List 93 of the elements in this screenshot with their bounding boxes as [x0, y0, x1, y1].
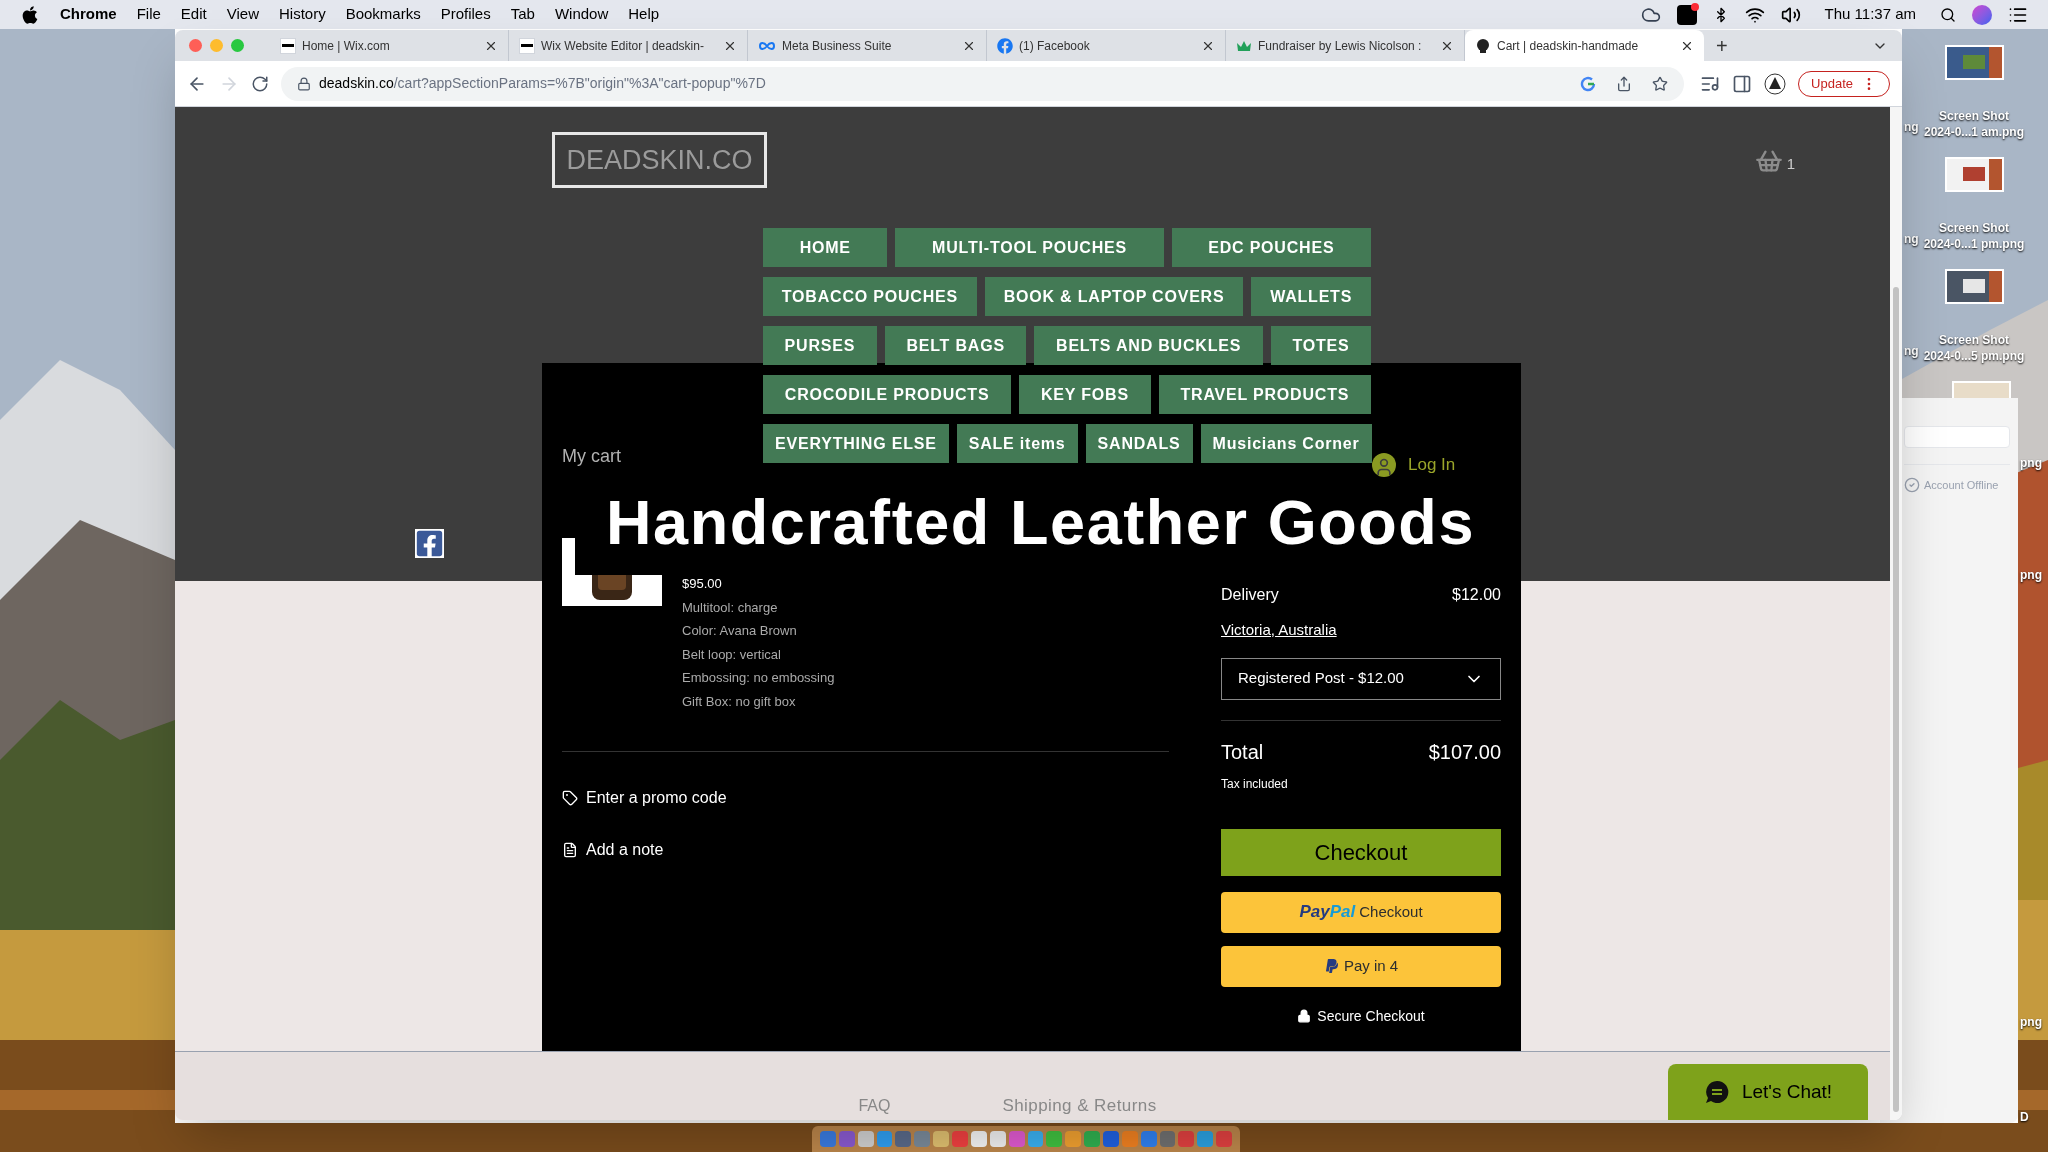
zoom-window-button[interactable] [231, 39, 244, 52]
total-amount: $107.00 [1428, 739, 1501, 765]
volume-icon[interactable] [1780, 4, 1801, 25]
menu-item[interactable]: Window [554, 3, 609, 26]
search-icon[interactable] [1940, 6, 1956, 23]
skull-logo-icon [1475, 37, 1491, 54]
google-logo-icon[interactable] [1580, 75, 1597, 92]
menu-item[interactable]: History [278, 3, 326, 26]
share-icon[interactable] [1616, 75, 1633, 92]
delivery-label: Delivery [1221, 585, 1279, 605]
dock-app-icon[interactable] [1159, 1131, 1176, 1147]
app-menu[interactable]: Chrome [60, 3, 117, 26]
cart-count: 1 [1786, 153, 1795, 174]
dock-app-icon[interactable] [1102, 1131, 1119, 1147]
dock-app-icon[interactable] [933, 1131, 950, 1147]
app-badge-icon[interactable] [1676, 4, 1697, 25]
nav-menu-item[interactable]: CROCODILE PRODUCTS [763, 375, 1012, 414]
nav-menu-item[interactable]: Musicians Corner [1200, 424, 1372, 463]
account-status: Account Offline [1924, 478, 1999, 493]
reload-icon[interactable] [251, 74, 269, 93]
item-option: Color: Avana Brown [682, 621, 835, 641]
paypal-icon [1323, 958, 1340, 974]
site-logo[interactable]: DEADSKIN.CO [552, 132, 767, 188]
dock-app-icon[interactable] [970, 1131, 987, 1147]
text-field[interactable] [1904, 426, 2010, 448]
profile-avatar-icon[interactable] [1764, 72, 1787, 95]
item-price: $95.00 [682, 575, 723, 593]
item-option: Multitool: charge [682, 597, 835, 617]
wix-logo-icon [280, 37, 296, 54]
nav-menu-item[interactable]: TOBACCO POUCHES [763, 277, 977, 316]
facebook-icon[interactable] [415, 529, 444, 558]
add-note-link[interactable]: Add a note [562, 838, 1169, 862]
dock-app-icon[interactable] [895, 1131, 912, 1147]
note-icon [562, 842, 578, 858]
item-option: Embossing: no embossing [682, 668, 835, 688]
infinity-logo-icon [758, 40, 776, 51]
nav-menu-item[interactable]: WALLETS [1251, 277, 1371, 316]
dock-app-icon[interactable] [989, 1131, 1006, 1147]
menu-item[interactable]: View [226, 3, 259, 26]
nav-menu-item[interactable]: BELT BAGS [884, 326, 1027, 365]
nav-menu-item[interactable]: TOTES [1270, 326, 1372, 365]
apple-menu-icon[interactable] [20, 4, 40, 25]
menu-item[interactable]: Profiles [440, 3, 491, 26]
crown-icon [1236, 39, 1252, 52]
paypal-checkout-button[interactable]: PayPal Checkout [1221, 891, 1501, 933]
menu-item[interactable]: Help [628, 3, 660, 26]
menu-item[interactable]: Tab [510, 3, 535, 26]
url-text: deadskin.co/cart?appSectionParams=%7B"origin"%3A"cart-popup"%7D [319, 74, 766, 93]
shipping-select[interactable]: Registered Post - $12.00 [1221, 657, 1501, 700]
dock-app-icon[interactable] [838, 1131, 855, 1147]
checkout-button[interactable]: Checkout [1221, 828, 1501, 876]
location-link[interactable]: Victoria, Australia [1221, 619, 1337, 642]
secure-checkout-note: Secure Checkout [1317, 1006, 1425, 1026]
address-bar[interactable]: deadskin.co/cart?appSectionParams=%7B"origin"%3A"cart-popup"%7D [281, 66, 1685, 101]
nav-menu-item[interactable]: SALE items [956, 424, 1078, 463]
item-option: Belt loop: vertical [682, 644, 835, 664]
nav-menu-item[interactable]: KEY FOBS [1019, 375, 1151, 414]
total-label: Total [1221, 739, 1264, 765]
delivery-price: $12.00 [1452, 585, 1501, 605]
login-button[interactable]: Log In [1372, 452, 1456, 478]
new-tab-button[interactable]: + [1716, 35, 1728, 56]
nav-menu-item[interactable]: EDC POUCHES [1171, 228, 1371, 267]
chat-button[interactable]: Let's Chat! [1668, 1064, 1868, 1120]
bookmark-star-icon[interactable] [1652, 75, 1669, 92]
nav-menu-item[interactable]: TRAVEL PRODUCTS [1158, 375, 1371, 414]
close-window-button[interactable] [189, 39, 202, 52]
pay-in-4-button[interactable]: Pay in 4 [1221, 945, 1501, 987]
banner-title: Handcrafted Leather Goods [606, 486, 1475, 560]
chat-bubble-icon [1703, 1079, 1730, 1105]
facebook-logo-icon [997, 37, 1013, 54]
nav-menu-item[interactable]: SANDALS [1085, 424, 1193, 463]
dock-app-icon[interactable] [857, 1131, 874, 1147]
menu-clock[interactable]: Thu 11:37 am [1824, 3, 1916, 26]
nav-menu-item[interactable]: BOOK & LAPTOP COVERS [984, 277, 1244, 316]
menu-item[interactable]: File [136, 3, 161, 26]
siri-icon[interactable] [1972, 4, 1992, 25]
promo-code-link[interactable]: Enter a promo code [562, 786, 1169, 810]
lock-icon [1297, 1009, 1312, 1023]
nav-menu-item[interactable]: BELTS AND BUCKLES [1034, 326, 1263, 365]
menu-item[interactable]: Bookmarks [345, 3, 421, 26]
browser-tab[interactable]: Cart | deadskin-handmade [1465, 30, 1704, 61]
nav-menu-item[interactable]: PURSES [763, 326, 877, 365]
nav-menu-item[interactable]: EVERYTHING ELSE [763, 424, 949, 463]
item-option: Gift Box: no gift box [682, 691, 835, 711]
status-icon [1904, 477, 1920, 494]
lock-icon [297, 76, 311, 91]
wix-logo-icon [519, 37, 535, 54]
tag-icon [562, 790, 578, 806]
menu-item[interactable]: Edit [180, 3, 207, 26]
nav-menu-item[interactable]: HOME [763, 228, 888, 267]
side-panel-icon[interactable] [1732, 73, 1753, 94]
tax-note: Tax included [1221, 775, 1289, 793]
nav-menu-item[interactable]: MULTI-TOOL POUCHES [895, 228, 1164, 267]
